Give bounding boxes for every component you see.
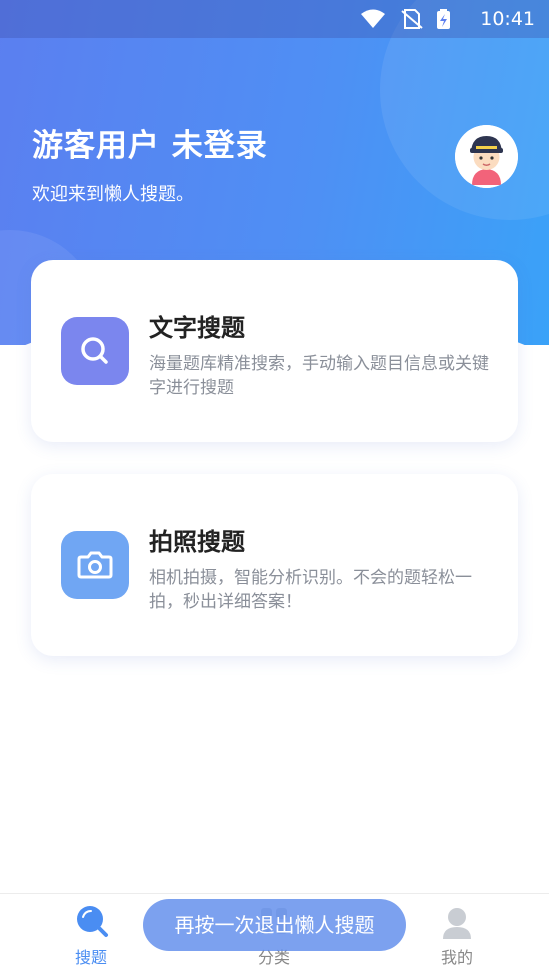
search-icon <box>61 317 129 385</box>
tab-profile[interactable]: 我的 <box>397 894 517 977</box>
search-tab-icon <box>77 906 108 937</box>
text-search-card[interactable]: 文字搜题 海量题库精准搜索，手动输入题目信息或关键字进行搜题 <box>31 260 518 442</box>
profile-tab-icon <box>443 908 471 939</box>
page-title: 游客用户 未登录 <box>32 128 268 164</box>
camera-icon <box>61 531 129 599</box>
tab-search-label: 搜题 <box>74 948 107 967</box>
tab-search[interactable]: 搜题 <box>31 894 151 977</box>
tab-profile-label: 我的 <box>440 948 473 967</box>
text-search-title: 文字搜题 <box>149 314 245 342</box>
status-icons <box>361 9 450 29</box>
status-bar: 10:41 <box>0 0 549 38</box>
wifi-icon <box>361 9 385 28</box>
status-time: 10:41 <box>480 8 535 30</box>
photo-search-card[interactable]: 拍照搜题 相机拍摄，智能分析识别。不会的题轻松一拍，秒出详细答案！ <box>31 474 518 656</box>
exit-toast: 再按一次退出懒人搜题 <box>143 899 406 951</box>
battery-charging-icon <box>437 9 450 29</box>
welcome-text[interactable]: 欢迎来到懒人搜题。 <box>32 180 194 206</box>
avatar-icon[interactable] <box>455 125 518 188</box>
text-search-description: 海量题库精准搜索，手动输入题目信息或关键字进行搜题 <box>149 354 489 398</box>
no-sim-icon <box>401 9 423 29</box>
photo-search-title: 拍照搜题 <box>149 528 245 556</box>
photo-search-description: 相机拍摄，智能分析识别。不会的题轻松一拍，秒出详细答案！ <box>149 568 472 612</box>
